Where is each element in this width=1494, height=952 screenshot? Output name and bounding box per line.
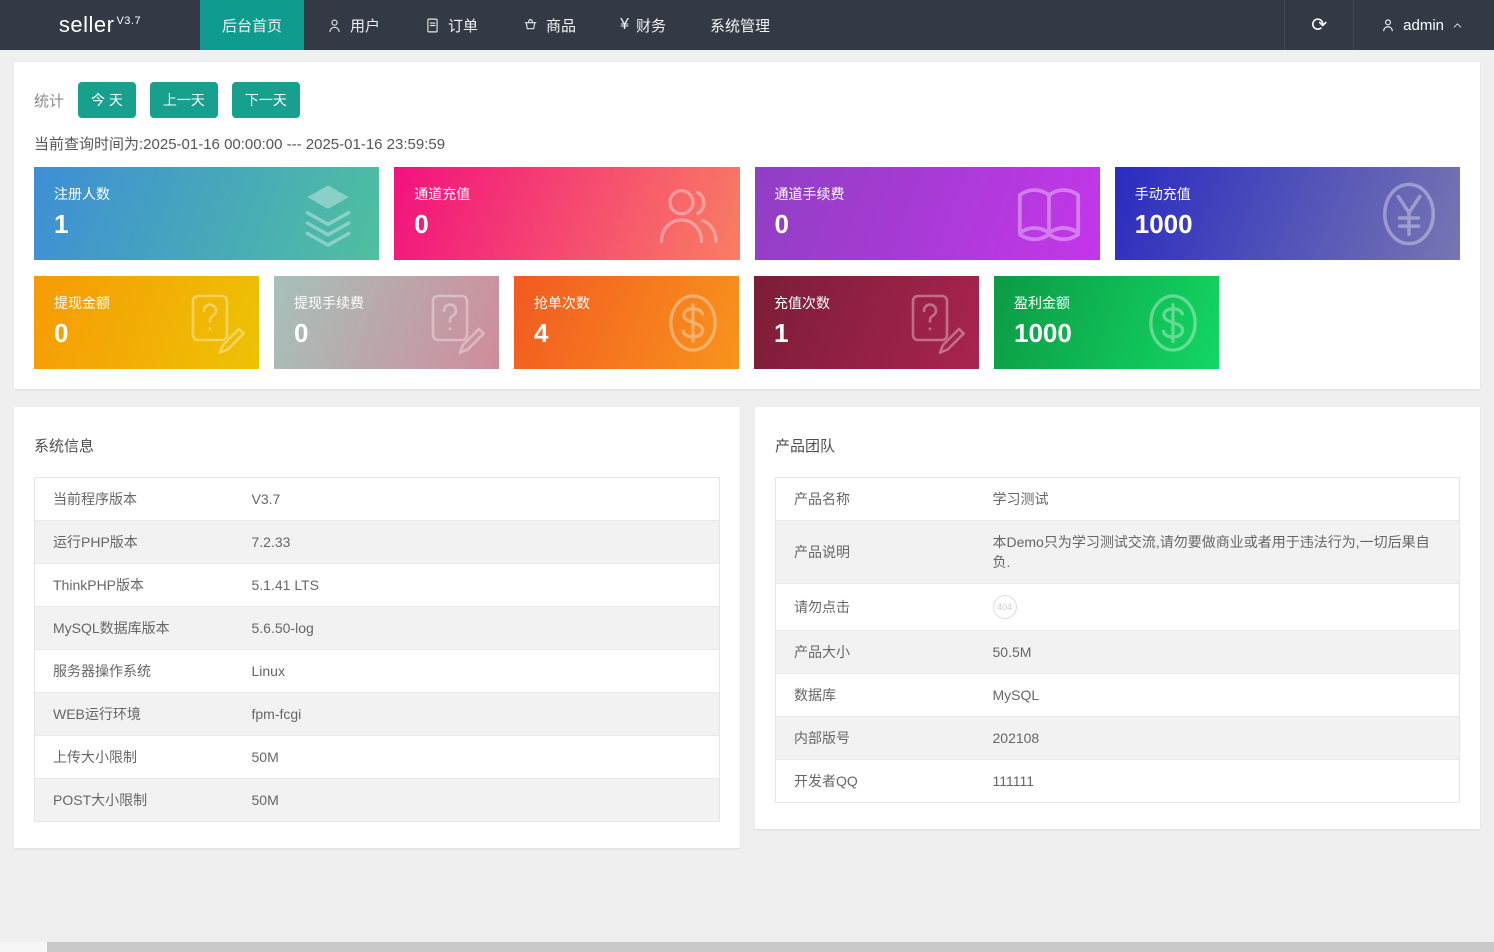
today-button[interactable]: 今 天: [78, 82, 136, 118]
nav-item-orders[interactable]: 订单: [402, 0, 500, 50]
table-row: 服务器操作系统Linux: [35, 650, 720, 693]
order-icon: [424, 17, 441, 34]
table-row: WEB运行环境fpm-fcgi: [35, 693, 720, 736]
nav-item-system[interactable]: 系统管理: [688, 0, 792, 50]
nav-item-label: 用户: [350, 15, 380, 36]
stat-card-channel-fee: 通道手续费 0: [755, 167, 1100, 260]
system-info-title: 系统信息: [34, 435, 720, 456]
table-row: ThinkPHP版本5.1.41 LTS: [35, 564, 720, 607]
nav-item-label: 订单: [448, 15, 478, 36]
system-info-panel: 系统信息 当前程序版本V3.7 运行PHP版本7.2.33 ThinkPHP版本…: [14, 407, 740, 848]
logo-text: seller: [59, 12, 115, 37]
scrollbar-thumb[interactable]: [47, 942, 1494, 952]
stat-card-profit-amount: 盈利金额 1000: [994, 276, 1219, 369]
stat-card-channel-recharge: 通道充值 0: [394, 167, 739, 260]
table-row: 请勿点击404: [776, 584, 1460, 631]
nav-item-users[interactable]: 用户: [304, 0, 402, 50]
table-row: POST大小限制50M: [35, 779, 720, 822]
top-navbar: sellerV3.7 后台首页 用户 订单 商品 ¥ 财务 系统管理 ⟳: [0, 0, 1494, 50]
admin-menu[interactable]: admin: [1353, 0, 1494, 50]
nav-item-label: 系统管理: [710, 15, 770, 36]
nav-item-label: 财务: [636, 15, 666, 36]
yen-icon: ¥: [620, 16, 629, 34]
layers-icon: [293, 179, 363, 249]
stat-card-withdraw-amount: 提现金额 0: [34, 276, 259, 369]
yen-circle-icon: [1374, 179, 1444, 249]
stat-card-recharge-count: 充值次数 1: [754, 276, 979, 369]
table-row: 当前程序版本V3.7: [35, 478, 720, 521]
table-row: 产品名称学习测试: [776, 478, 1460, 521]
refresh-icon: ⟳: [1311, 16, 1327, 35]
product-team-title: 产品团队: [775, 435, 1460, 456]
nav-item-label: 后台首页: [222, 15, 282, 36]
nav-item-goods[interactable]: 商品: [500, 0, 598, 50]
stat-card-grab-orders: 抢单次数 4: [514, 276, 739, 369]
dollar-circle-icon: [1141, 291, 1205, 355]
book-icon: [1014, 179, 1084, 249]
doc-question-icon: [421, 291, 485, 355]
doc-question-icon: [181, 291, 245, 355]
stat-card-withdraw-fee: 提现手续费 0: [274, 276, 499, 369]
doc-question-icon: [901, 291, 965, 355]
system-info-table: 当前程序版本V3.7 运行PHP版本7.2.33 ThinkPHP版本5.1.4…: [34, 477, 720, 822]
horizontal-scrollbar[interactable]: [0, 942, 1494, 952]
table-row: 上传大小限制50M: [35, 736, 720, 779]
stats-panel: 统计 今 天 上一天 下一天 当前查询时间为:2025-01-16 00:00:…: [14, 62, 1480, 389]
table-row: 开发者QQ111111: [776, 760, 1460, 803]
app-logo[interactable]: sellerV3.7: [0, 0, 200, 50]
user-icon: [1380, 17, 1396, 33]
refresh-button[interactable]: ⟳: [1284, 0, 1353, 50]
product-team-panel: 产品团队 产品名称学习测试 产品说明本Demo只为学习测试交流,请勿要做商业或者…: [755, 407, 1480, 829]
table-row: MySQL数据库版本5.6.50-log: [35, 607, 720, 650]
stats-section-label: 统计: [34, 90, 64, 111]
table-row: 数据库MySQL: [776, 674, 1460, 717]
next-day-button[interactable]: 下一天: [232, 82, 300, 118]
nav-item-dashboard[interactable]: 后台首页: [200, 0, 304, 50]
previous-day-button[interactable]: 上一天: [150, 82, 218, 118]
chevron-up-icon: [1451, 19, 1464, 32]
table-row: 产品说明本Demo只为学习测试交流,请勿要做商业或者用于违法行为,一切后果自负.: [776, 521, 1460, 584]
table-row: 运行PHP版本7.2.33: [35, 521, 720, 564]
user-icon: [326, 17, 343, 34]
users-icon: [654, 179, 724, 249]
product-team-table: 产品名称学习测试 产品说明本Demo只为学习测试交流,请勿要做商业或者用于违法行…: [775, 477, 1460, 803]
query-time-text: 当前查询时间为:2025-01-16 00:00:00 --- 2025-01-…: [34, 133, 1460, 154]
nav-item-label: 商品: [546, 15, 576, 36]
stat-card-registered-users: 注册人数 1: [34, 167, 379, 260]
dollar-circle-icon: [661, 291, 725, 355]
table-row: 产品大小50.5M: [776, 631, 1460, 674]
stat-card-manual-recharge: 手动充值 1000: [1115, 167, 1460, 260]
badge-404[interactable]: 404: [993, 595, 1017, 619]
nav-item-finance[interactable]: ¥ 财务: [598, 0, 688, 50]
admin-username: admin: [1403, 17, 1444, 34]
logo-version: V3.7: [116, 15, 141, 27]
main-menu: 后台首页 用户 订单 商品 ¥ 财务 系统管理: [200, 0, 792, 50]
cart-icon: [522, 17, 539, 34]
table-row: 内部版号202108: [776, 717, 1460, 760]
